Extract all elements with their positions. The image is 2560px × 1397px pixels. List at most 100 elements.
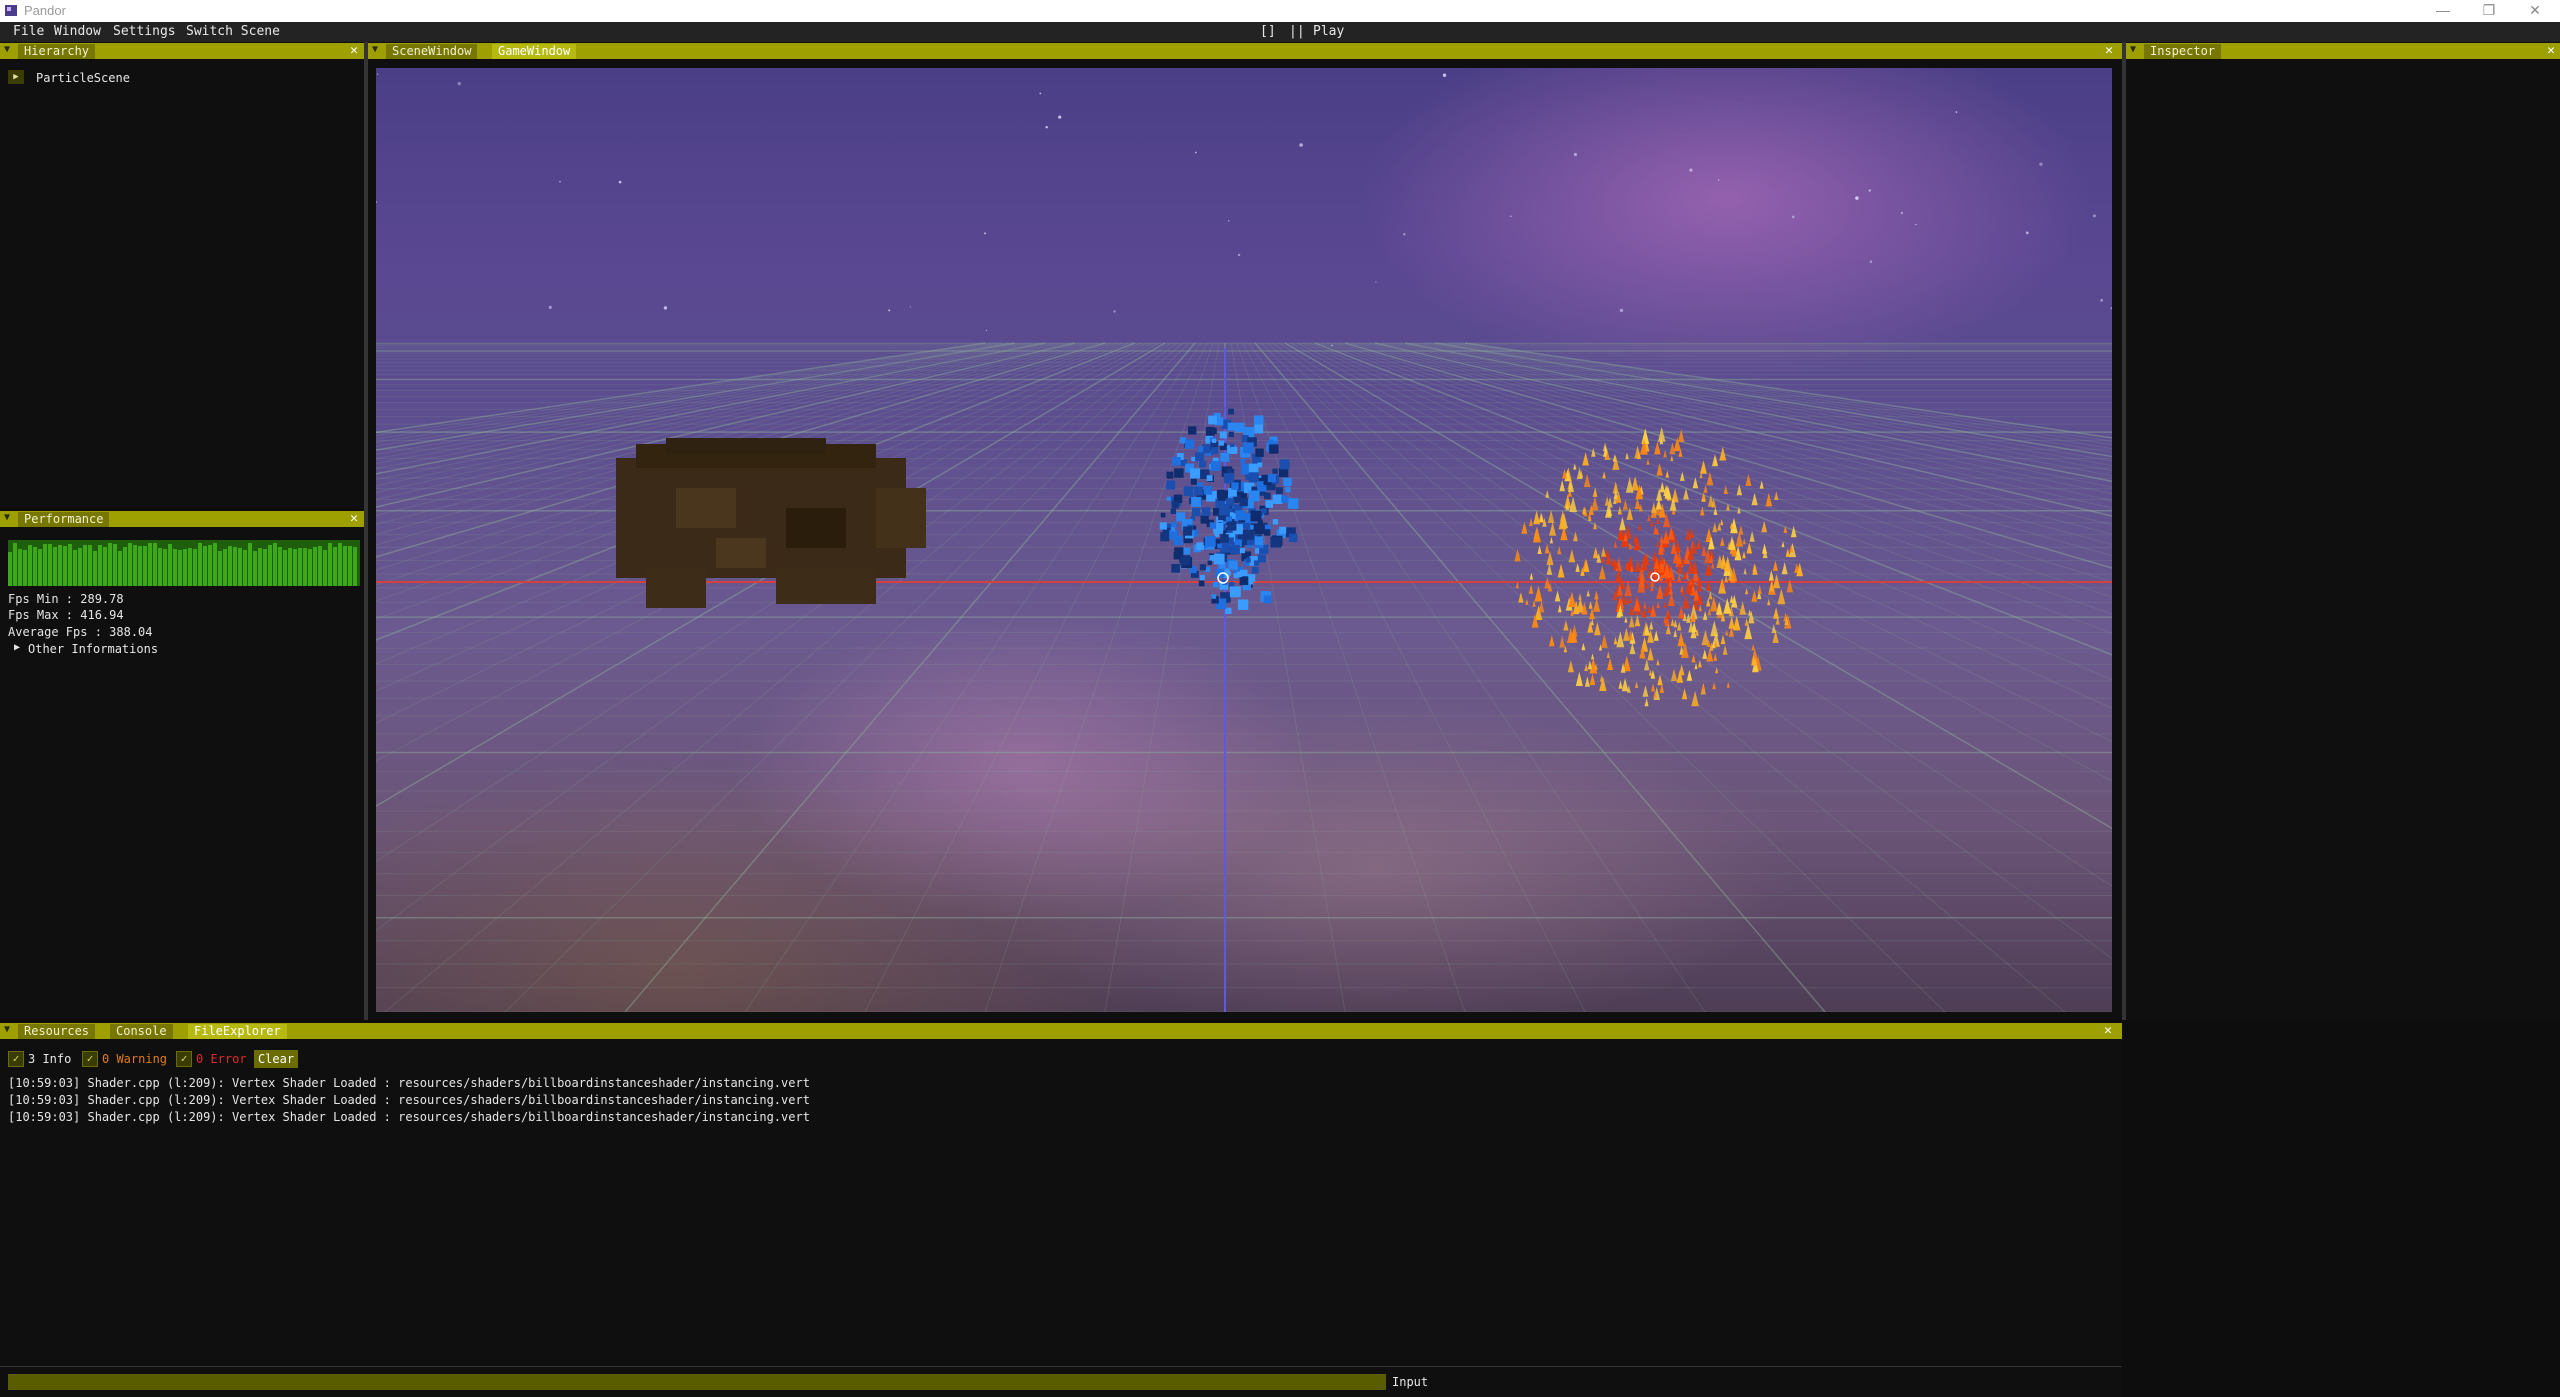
close-icon[interactable]: ✕ (347, 43, 361, 59)
fps-min: Fps Min : 289.78 (8, 592, 124, 606)
fire-particle (1712, 682, 1716, 690)
console-input[interactable] (8, 1374, 1386, 1390)
menu-switch-scene[interactable]: Switch Scene (186, 24, 280, 39)
graph-bar (208, 544, 212, 586)
close-window-icon[interactable]: ✕ (2512, 0, 2558, 22)
error-filter-label: 0 Error (196, 1052, 247, 1066)
grid-line (1248, 342, 1706, 1012)
log-line: [10:59:03] Shader.cpp (l:209): Vertex Sh… (8, 1076, 810, 1090)
star (1955, 111, 1958, 113)
collapse-icon[interactable]: ▼ (372, 44, 382, 56)
fire-particle (1646, 458, 1650, 465)
pause-button[interactable]: || (1289, 24, 1305, 39)
fire-particle (1742, 551, 1746, 559)
close-icon[interactable]: ✕ (347, 511, 361, 527)
close-icon[interactable]: ✕ (2102, 43, 2116, 59)
fire-particle (1629, 604, 1635, 616)
hierarchy-item-particlescene[interactable]: ParticleScene (36, 71, 130, 85)
play-button[interactable]: Play (1313, 24, 1344, 39)
collapse-icon[interactable]: ▼ (2130, 44, 2140, 56)
blue-particle (1166, 480, 1176, 490)
log-line: [10:59:03] Shader.cpp (l:209): Vertex Sh… (8, 1093, 810, 1107)
game-viewport[interactable] (376, 68, 2112, 1012)
tab-inspector[interactable]: Inspector (2144, 44, 2222, 59)
graph-bar (328, 542, 332, 586)
minimize-icon[interactable]: — (2420, 0, 2466, 22)
star (1039, 92, 1042, 95)
blue-particle (1281, 495, 1289, 503)
star (1619, 308, 1624, 313)
blue-particle (1239, 548, 1245, 554)
graph-bar (278, 546, 282, 586)
star (1194, 151, 1197, 154)
fire-particle (1702, 610, 1708, 620)
star (1058, 115, 1062, 119)
close-icon[interactable]: ✕ (2544, 43, 2558, 59)
blue-particle (1206, 475, 1213, 481)
graph-bar (108, 542, 112, 586)
fire-particle (1549, 536, 1554, 544)
menu-file[interactable]: File (13, 24, 44, 39)
warning-filter-checkbox[interactable]: ✓ (82, 1051, 98, 1067)
info-filter-checkbox[interactable]: ✓ (8, 1051, 24, 1067)
graph-bar (38, 548, 42, 586)
close-icon[interactable]: ✕ (2101, 1023, 2115, 1039)
restore-icon[interactable]: ❐ (2466, 0, 2512, 22)
grid-line (1362, 342, 2112, 535)
graph-bar (148, 542, 152, 586)
tab-hierarchy[interactable]: Hierarchy (18, 44, 96, 59)
menu-window[interactable]: Window (54, 24, 101, 39)
blue-particle (1207, 560, 1212, 565)
fire-particle (1774, 491, 1779, 500)
blue-particle (1261, 508, 1267, 514)
other-informations[interactable]: Other Informations (28, 642, 158, 656)
fire-particle (1583, 473, 1591, 488)
graph-bar (323, 549, 327, 586)
fire-particle (1635, 681, 1639, 688)
graph-bar (298, 548, 302, 586)
blue-particle (1288, 533, 1298, 543)
graph-bar (193, 549, 197, 586)
blue-particle (1243, 442, 1254, 454)
graph-bar (163, 548, 167, 586)
fire-particle (1643, 601, 1647, 609)
fire-particle (1720, 634, 1726, 645)
tab-resources[interactable]: Resources (18, 1024, 96, 1039)
fire-particle (1713, 653, 1718, 661)
blue-particle (1220, 452, 1230, 462)
collapse-icon[interactable]: ▼ (4, 44, 14, 56)
tab-file-explorer[interactable]: FileExplorer (188, 1024, 287, 1039)
expand-arrow-icon[interactable]: ▶ (14, 642, 20, 653)
tab-console[interactable]: Console (110, 1024, 173, 1039)
fire-particle (1537, 545, 1542, 554)
stop-button[interactable]: [] (1260, 24, 1276, 39)
clear-button[interactable]: Clear (254, 1050, 298, 1068)
input-label: Input (1392, 1375, 1429, 1389)
inspector-panel (2126, 42, 2560, 1020)
error-filter-checkbox[interactable]: ✓ (176, 1051, 192, 1067)
blue-particle (1235, 422, 1245, 433)
graph-bar (348, 545, 352, 586)
star (2110, 307, 2112, 310)
blue-particle (1218, 440, 1224, 446)
blue-particle (1191, 496, 1202, 507)
blue-particle (1211, 438, 1217, 443)
fire-particle (1563, 620, 1569, 631)
tab-game-window[interactable]: GameWindow (492, 44, 577, 59)
grid-line (984, 342, 1214, 1012)
inspector-header: ▼ Inspector ✕ (2126, 43, 2560, 59)
collapse-icon[interactable]: ▼ (4, 1024, 14, 1036)
tab-scene-window[interactable]: SceneWindow (386, 44, 478, 59)
grid-line (1242, 342, 1586, 1012)
tab-performance[interactable]: Performance (18, 512, 110, 527)
expand-arrow-icon[interactable]: ▶ (8, 70, 24, 84)
blue-particle (1170, 527, 1176, 532)
fire-particle (1670, 668, 1678, 682)
blue-particle (1198, 580, 1205, 587)
graph-bar (18, 549, 22, 586)
star (1869, 260, 1873, 263)
collapse-icon[interactable]: ▼ (4, 512, 14, 524)
star (2092, 214, 2096, 218)
menu-settings[interactable]: Settings (113, 24, 176, 39)
graph-bar (268, 545, 272, 586)
